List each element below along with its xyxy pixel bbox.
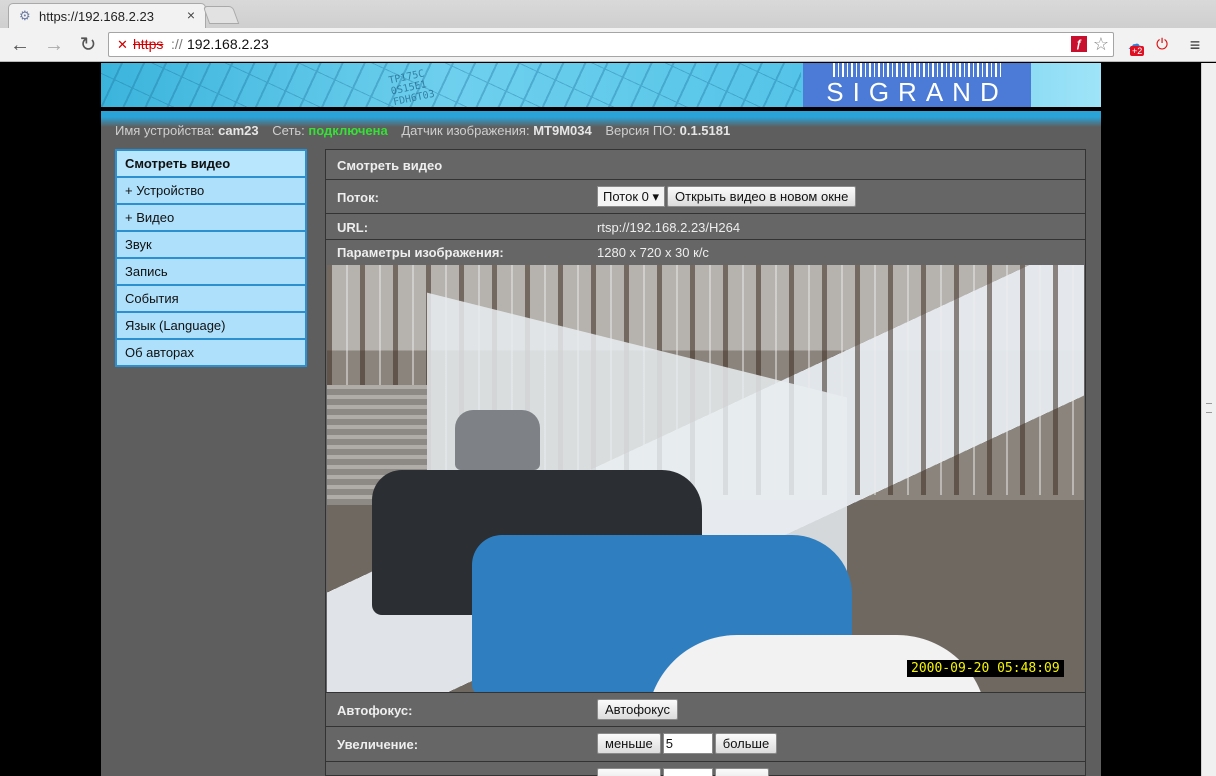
autofocus-label: Автофокус: (337, 703, 413, 718)
device-value: cam23 (218, 123, 259, 138)
browser-tab-bar: ⚙ https://192.168.2.23 × (0, 0, 1216, 28)
sensor-label: Датчик изображения: (401, 123, 530, 138)
page-scrollbar[interactable] (1201, 63, 1216, 776)
tab-close-icon[interactable]: × (187, 7, 195, 23)
sidebar-item-language[interactable]: Язык (Language) (116, 312, 306, 339)
network-status: подключена (308, 123, 388, 138)
open-new-window-button[interactable]: Открыть видео в новом окне (667, 186, 857, 207)
dropdown-arrow-icon: ▾ (652, 189, 660, 204)
logo-text: SIGRAND (826, 77, 1008, 107)
reload-icon[interactable]: ↻ (76, 33, 100, 57)
extension-badge: +2 (1130, 46, 1145, 56)
zoom-label: Увеличение: (337, 737, 419, 752)
new-tab-button[interactable] (202, 6, 240, 24)
sidebar-item-watch-video[interactable]: Смотреть видео (116, 150, 306, 177)
url-protocol: https (133, 36, 164, 52)
image-params-row: Параметры изображения: 1280 x 720 x 30 к… (326, 240, 1085, 265)
device-label: Имя устройства: (115, 123, 215, 138)
stream-label: Поток: (337, 190, 379, 205)
next-row-partial (326, 762, 1085, 776)
video-timestamp: 2000-09-20 05:48:09 (907, 660, 1064, 677)
weather-extension-icon[interactable]: ☁ +2 (1124, 34, 1146, 56)
sidebar-item-recording[interactable]: Запись (116, 258, 306, 285)
rtsp-url: rtsp://192.168.2.23/H264 (597, 220, 741, 235)
device-info-bar: Имя устройства: cam23 Сеть: подключена Д… (101, 111, 1101, 149)
autofocus-button[interactable]: Автофокус (597, 699, 678, 720)
scrollbar-grip[interactable] (1206, 403, 1212, 413)
browser-toolbar: ← → ↻ ✕ https :// 192.168.2.23 ƒ ☆ ☁ +2 ⏻… (0, 28, 1216, 62)
browser-menu-icon[interactable]: ≡ (1184, 34, 1206, 56)
url-row: URL: rtsp://192.168.2.23/H264 (326, 214, 1085, 240)
network-label: Сеть: (272, 123, 305, 138)
partial-input[interactable] (663, 768, 713, 776)
sidebar-item-events[interactable]: События (116, 285, 306, 312)
address-bar[interactable]: ✕ https :// 192.168.2.23 ƒ ☆ (108, 32, 1114, 57)
header-banner: TP175C 0S15E1 FDH6T03 SIGRAND (101, 63, 1101, 107)
page-viewport: TP175C 0S15E1 FDH6T03 SIGRAND Имя устройст… (0, 63, 1201, 776)
live-video-feed[interactable]: 2000-09-20 05:48:09 (327, 265, 1084, 692)
zoom-input[interactable]: 5 (662, 733, 713, 754)
stream-select-value: Поток 0 (603, 189, 649, 204)
version-value: 0.1.5181 (679, 123, 731, 138)
sidebar-item-about[interactable]: Об авторах (116, 339, 306, 366)
camera-web-interface: TP175C 0S15E1 FDH6T03 SIGRAND Имя устройст… (101, 63, 1101, 776)
barcode-graphic (833, 63, 1001, 77)
sidebar-item-sound[interactable]: Звук (116, 231, 306, 258)
zoom-more-button[interactable]: больше (714, 733, 778, 754)
video-grey-car (455, 410, 540, 470)
url-label: URL: (337, 220, 369, 235)
insecure-lock-icon: ✕ (117, 37, 128, 52)
sidebar-item-video[interactable]: + Видео (116, 204, 306, 231)
url-host: 192.168.2.23 (187, 36, 269, 52)
panel-title: Смотреть видео (337, 158, 443, 173)
autofocus-row: Автофокус: Автофокус (326, 692, 1085, 727)
partial-button-1[interactable] (597, 768, 661, 776)
partial-button-2[interactable] (715, 768, 769, 776)
adblock-extension-icon[interactable]: ⏻ (1151, 34, 1173, 56)
sensor-value: MT9M034 (533, 123, 592, 138)
sigrand-logo: SIGRAND (803, 63, 1031, 107)
forward-arrow-icon[interactable]: → (42, 33, 66, 57)
tab-title: https://192.168.2.23 (39, 9, 154, 24)
zoom-less-button[interactable]: меньше (597, 733, 661, 754)
page-favicon-icon: ⚙ (19, 8, 31, 23)
sidebar-item-device[interactable]: + Устройство (116, 177, 306, 204)
image-params-label: Параметры изображения: (337, 245, 504, 260)
stream-select[interactable]: Поток 0 ▾ (597, 186, 666, 207)
panel-title-row: Смотреть видео (326, 150, 1085, 180)
back-arrow-icon[interactable]: ← (8, 33, 32, 57)
flash-plugin-icon[interactable]: ƒ (1071, 36, 1087, 52)
stream-row: Поток: Поток 0 ▾ Открыть видео в новом ок… (326, 180, 1085, 214)
video-panel: Смотреть видео Поток: Поток 0 ▾ Открыть в… (325, 149, 1086, 776)
url-separator: :// (171, 36, 183, 52)
sidebar-menu: Смотреть видео + Устройство + Видео Звук… (115, 149, 307, 367)
version-label: Версия ПО: (605, 123, 676, 138)
image-params-value: 1280 x 720 x 30 к/с (597, 245, 709, 260)
bookmark-star-icon[interactable]: ☆ (1093, 33, 1109, 56)
browser-tab[interactable]: ⚙ https://192.168.2.23 × (8, 3, 206, 28)
zoom-row: Увеличение: меньше 5 больше (326, 727, 1085, 762)
